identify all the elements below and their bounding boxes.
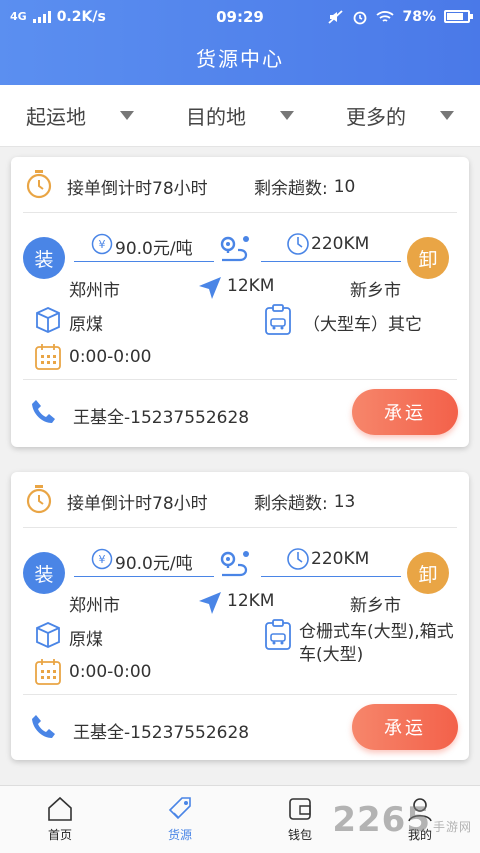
dropdown-arrow-icon <box>440 111 454 120</box>
phone-icon[interactable] <box>29 397 59 427</box>
vehicle-type: （大型车）其它 <box>303 315 422 335</box>
origin-city: 郑州市 <box>69 596 120 616</box>
dropdown-arrow-icon <box>120 111 134 120</box>
time-window: 0:00-0:00 <box>69 347 152 367</box>
divider <box>23 527 457 528</box>
wallet-icon <box>289 798 311 820</box>
battery-icon <box>444 10 473 23</box>
remaining-count: 13 <box>333 491 356 512</box>
calendar-icon <box>35 344 61 370</box>
contact-info[interactable]: 王基全-15237552628 <box>73 718 249 743</box>
price-underline <box>74 261 214 262</box>
filter-more[interactable]: 更多的 <box>320 85 480 146</box>
watermark-text: 2265 <box>332 800 431 840</box>
page-title: 货源中心 <box>196 47 284 71</box>
calendar-icon <box>35 659 61 685</box>
route-icon <box>220 236 249 262</box>
cargo-box-icon <box>36 307 60 333</box>
cargo-type: 原煤 <box>69 315 103 335</box>
cargo-card[interactable]: 接单倒计时78小时 剩余趟数: 10 装 ¥ 90.0元/吨 220KM 卸 郑… <box>11 157 469 447</box>
divider <box>23 212 457 213</box>
remaining-label: 剩余趟数: <box>254 179 328 199</box>
tab-label: 首页 <box>47 828 72 842</box>
total-distance: 220KM <box>311 549 370 569</box>
status-bar: 4G 0.2K/s 09:29 78% <box>0 0 480 33</box>
unload-badge: 卸 <box>407 237 449 279</box>
tag-icon <box>168 797 191 820</box>
navigation-arrow-icon <box>199 277 221 299</box>
cargo-type: 原煤 <box>69 630 103 650</box>
yuan-icon: ¥ <box>91 548 113 570</box>
price: 90.0元/吨 <box>115 239 193 259</box>
vehicle-clipboard-icon <box>265 304 291 335</box>
timer-icon <box>26 170 52 199</box>
filter-label: 目的地 <box>186 105 246 129</box>
vehicle-clipboard-icon <box>265 619 291 650</box>
home-icon <box>48 796 72 821</box>
destination-city: 新乡市 <box>350 596 401 616</box>
load-badge: 装 <box>23 237 65 279</box>
timer-icon <box>26 485 52 514</box>
tab-label: 货源 <box>167 828 192 842</box>
route-icon <box>220 551 249 577</box>
origin-city: 郑州市 <box>69 281 120 301</box>
filter-destination[interactable]: 目的地 <box>160 85 320 146</box>
phone-icon[interactable] <box>29 712 59 742</box>
near-distance: 12KM <box>227 591 275 611</box>
distance-underline <box>261 261 401 262</box>
stopwatch-icon <box>287 233 309 255</box>
countdown-text: 接单倒计时78小时 <box>67 494 208 514</box>
countdown-text: 接单倒计时78小时 <box>67 179 208 199</box>
unload-badge: 卸 <box>407 552 449 594</box>
watermark-sub: 手游网 <box>432 820 472 834</box>
filter-label: 起运地 <box>26 105 86 129</box>
price-underline <box>74 576 214 577</box>
distance-underline <box>261 576 401 577</box>
destination-city: 新乡市 <box>350 281 401 301</box>
vehicle-type: 仓栅式车(大型),箱式车(大型) <box>299 622 454 665</box>
remaining-label: 剩余趟数: <box>254 494 328 514</box>
filter-bar: 起运地 目的地 更多的 <box>0 85 480 147</box>
cargo-card[interactable]: 接单倒计时78小时 剩余趟数: 13 装 ¥ 90.0元/吨 220KM 卸 郑… <box>11 472 469 760</box>
remaining-count: 10 <box>333 176 356 197</box>
top-bar: 4G 0.2K/s 09:29 78% 货源中心 <box>0 0 480 85</box>
yuan-icon: ¥ <box>91 233 113 255</box>
contact-info[interactable]: 王基全-15237552628 <box>73 403 249 428</box>
tab-home[interactable]: 首页 <box>0 786 120 853</box>
dropdown-arrow-icon <box>280 111 294 120</box>
tab-label: 钱包 <box>287 828 312 842</box>
site-watermark: 2265 手游网 <box>332 800 472 840</box>
near-distance: 12KM <box>227 276 275 296</box>
accept-shipment-button[interactable]: 承运 <box>352 704 458 750</box>
navigation-arrow-icon <box>199 592 221 614</box>
divider <box>23 379 457 380</box>
remaining-trips: 剩余趟数: 13 <box>254 489 356 515</box>
accept-shipment-button[interactable]: 承运 <box>352 389 458 435</box>
svg-text:¥: ¥ <box>99 553 106 566</box>
clock: 09:29 <box>216 7 264 26</box>
total-distance: 220KM <box>311 234 370 254</box>
divider <box>23 694 457 695</box>
svg-text:¥: ¥ <box>99 238 106 251</box>
cargo-box-icon <box>36 622 60 648</box>
time-window: 0:00-0:00 <box>69 662 152 682</box>
filter-origin[interactable]: 起运地 <box>0 85 160 146</box>
load-badge: 装 <box>23 552 65 594</box>
tab-cargo[interactable]: 货源 <box>120 786 240 853</box>
price: 90.0元/吨 <box>115 554 193 574</box>
filter-label: 更多的 <box>346 105 406 129</box>
remaining-trips: 剩余趟数: 10 <box>254 174 356 200</box>
stopwatch-icon <box>287 548 309 570</box>
